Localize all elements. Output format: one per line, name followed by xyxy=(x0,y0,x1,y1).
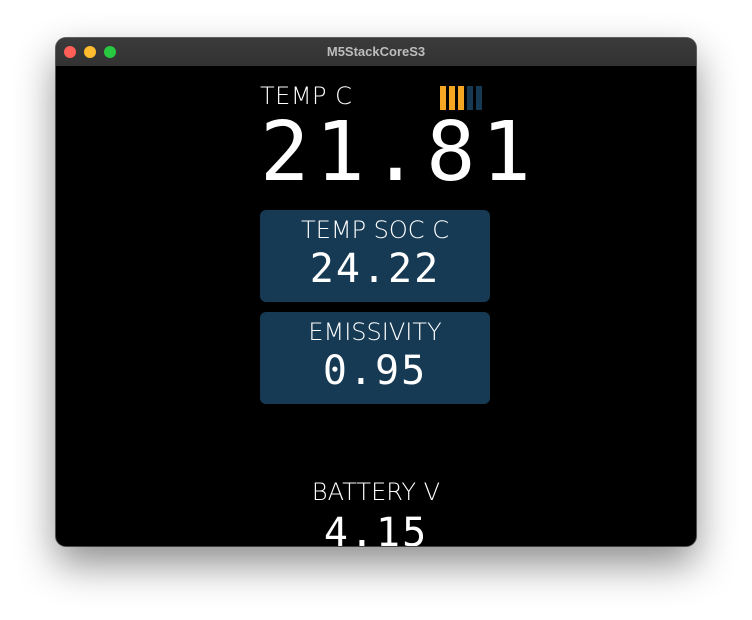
emissivity-label: EMISSIVITY xyxy=(308,318,442,346)
emissivity-value: 0.95 xyxy=(322,348,428,394)
soc-temp-panel: TEMP SOC C 24.22 xyxy=(260,210,490,302)
soc-temp-value: 24.22 xyxy=(309,246,441,292)
soc-temp-label: TEMP SOC C xyxy=(301,216,449,244)
battery-voltage-value: 4.15 xyxy=(323,510,429,546)
device-screen: TEMP C 21.81 TEMP SOC C 24.22 EMISSIVITY… xyxy=(56,66,696,546)
title-bar[interactable]: M5StackCoreS3 xyxy=(56,38,696,67)
window-title: M5StackCoreS3 xyxy=(326,44,426,59)
battery-voltage-label: BATTERY V xyxy=(311,478,441,506)
temp-value: 21.81 xyxy=(260,105,537,200)
emissivity-panel: EMISSIVITY 0.95 xyxy=(260,312,490,404)
app-window: M5StackCoreS3 TEMP C 21.81 TEMP SOC C 24… xyxy=(56,38,696,546)
